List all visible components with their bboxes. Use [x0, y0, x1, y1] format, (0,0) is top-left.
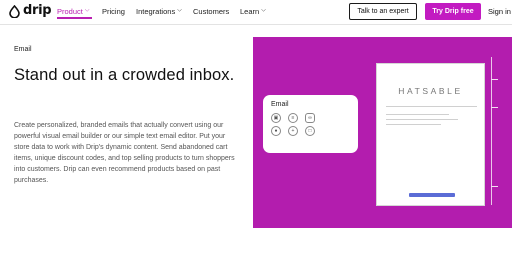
try-drip-free-button[interactable]: Try Drip free — [425, 3, 481, 20]
header-divider — [0, 24, 512, 25]
nav-item-label: Learn — [240, 7, 260, 16]
email-preview: HATSABLE — [376, 63, 485, 206]
divider-icon: ● — [271, 126, 281, 136]
nav-item-label: Product — [57, 7, 83, 16]
section-body: Create personalized, branded emails that… — [14, 122, 235, 184]
chevron-down-icon: ⌵ — [177, 7, 182, 14]
sign-in-link[interactable]: Sign in — [488, 7, 511, 16]
image-icon: ▣ — [271, 113, 281, 123]
section-headline: Stand out in a crowded inbox. — [14, 66, 235, 84]
section-eyebrow: Email — [14, 46, 32, 53]
guide-tick — [491, 79, 498, 80]
active-nav-indicator — [57, 17, 92, 19]
chevron-down-icon: ⌵ — [84, 7, 90, 14]
product-icon: □ — [305, 126, 315, 136]
link-icon: ∞ — [305, 113, 315, 123]
nav-item-label: Customers — [193, 7, 230, 16]
chevron-down-icon: ⌵ — [261, 7, 266, 14]
nav-item-integrations[interactable]: Integrations ⌵ — [136, 7, 182, 16]
email-preview-brand: HATSABLE — [398, 86, 463, 96]
nav-item-pricing[interactable]: Pricing — [102, 7, 125, 16]
nav-item-customers[interactable]: Customers — [193, 7, 229, 16]
nav-item-learn[interactable]: Learn ⌵ — [240, 7, 266, 16]
plus-icon: + — [288, 126, 298, 136]
nav-item-label: Integrations — [136, 7, 176, 16]
guide-tick — [491, 107, 498, 108]
nav-item-product[interactable]: Product ⌵ — [57, 7, 89, 16]
text-icon: ≡ — [288, 113, 298, 123]
email-preview-cta — [409, 193, 455, 197]
preview-divider — [386, 106, 477, 107]
drop-icon — [9, 4, 20, 18]
preview-text-line — [386, 124, 441, 125]
logo-text: drip — [23, 3, 52, 18]
site-header: drip Product ⌵ Pricing Integrations ⌵ Cu… — [0, 0, 512, 24]
talk-to-expert-button[interactable]: Talk to an expert — [349, 3, 417, 20]
preview-text-line — [386, 119, 458, 120]
nav-item-label: Pricing — [102, 7, 125, 16]
email-card-title: Email — [271, 101, 289, 108]
drip-logo[interactable]: drip — [8, 3, 52, 18]
preview-text-line — [386, 114, 449, 115]
email-builder-card: Email ▣ ≡ ∞ ● + □ — [263, 95, 358, 153]
guide-tick — [491, 186, 498, 187]
